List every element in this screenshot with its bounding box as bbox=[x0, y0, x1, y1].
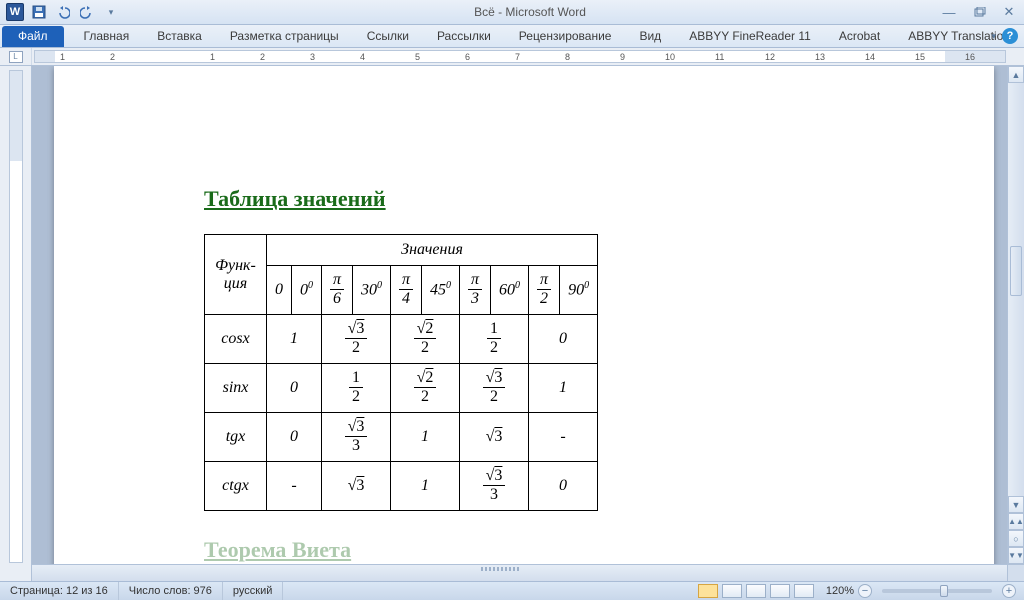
tab-home[interactable]: Главная bbox=[70, 26, 144, 47]
document-area[interactable]: Таблица значений Функ-ция Значения 000π6… bbox=[32, 66, 1024, 581]
splitter-icon[interactable] bbox=[481, 567, 519, 571]
view-weblayout-icon[interactable] bbox=[746, 584, 766, 598]
tab-finereader[interactable]: ABBYY FineReader 11 bbox=[675, 26, 825, 47]
tab-pagelayout[interactable]: Разметка страницы bbox=[216, 26, 353, 47]
browse-object-icon[interactable]: ○ bbox=[1008, 530, 1024, 547]
status-lang[interactable]: русский bbox=[223, 582, 283, 600]
scroll-thumb-v[interactable] bbox=[1010, 246, 1022, 296]
tab-review[interactable]: Рецензирование bbox=[505, 26, 626, 47]
view-draft-icon[interactable] bbox=[794, 584, 814, 598]
tab-references[interactable]: Ссылки bbox=[353, 26, 423, 47]
save-icon[interactable] bbox=[28, 2, 50, 22]
tab-insert[interactable]: Вставка bbox=[143, 26, 216, 47]
window-controls: — ✕ bbox=[938, 4, 1020, 20]
zoom-in-icon[interactable]: + bbox=[1002, 584, 1016, 598]
ribbon-minimize-icon[interactable]: ▾ bbox=[991, 31, 996, 42]
status-words[interactable]: Число слов: 976 bbox=[119, 582, 223, 600]
help-icon[interactable]: ? bbox=[1002, 28, 1018, 44]
tab-file[interactable]: Файл bbox=[2, 26, 64, 47]
zoom-thumb[interactable] bbox=[940, 585, 948, 597]
quick-access-toolbar: W ▾ bbox=[4, 2, 122, 22]
scrollbar-vertical[interactable]: ▲ ▼ ▲▲ ○ ▼▼ bbox=[1007, 66, 1024, 564]
workspace: Таблица значений Функ-ция Значения 000π6… bbox=[0, 66, 1024, 581]
zoom-slider[interactable] bbox=[882, 589, 992, 593]
ruler-v-track[interactable] bbox=[9, 70, 23, 563]
next-heading: Теорема Виета bbox=[204, 537, 844, 563]
scroll-corner bbox=[1007, 564, 1024, 581]
qat-customize-icon[interactable]: ▾ bbox=[100, 2, 122, 22]
tab-acrobat[interactable]: Acrobat bbox=[825, 26, 894, 47]
next-page-icon[interactable]: ▼▼ bbox=[1008, 547, 1024, 564]
zoom-percent[interactable]: 120% bbox=[826, 585, 854, 597]
trig-table: Функ-ция Значения 000π6300π4450π3600π290… bbox=[204, 234, 598, 511]
view-outline-icon[interactable] bbox=[770, 584, 790, 598]
page: Таблица значений Функ-ция Значения 000π6… bbox=[54, 66, 994, 581]
doc-heading: Таблица значений bbox=[204, 186, 844, 212]
redo-icon[interactable] bbox=[76, 2, 98, 22]
restore-icon[interactable] bbox=[968, 4, 990, 20]
tab-mailings[interactable]: Рассылки bbox=[423, 26, 505, 47]
word-icon[interactable]: W bbox=[4, 2, 26, 22]
scroll-down-icon[interactable]: ▼ bbox=[1008, 496, 1024, 513]
minimize-icon[interactable]: — bbox=[938, 4, 960, 20]
tab-selector[interactable]: L bbox=[9, 51, 23, 63]
view-fullscreen-icon[interactable] bbox=[722, 584, 742, 598]
col-group-header: Значения bbox=[267, 235, 598, 266]
close-icon[interactable]: ✕ bbox=[998, 4, 1020, 20]
titlebar: W ▾ Всё - Microsoft Word — ✕ bbox=[0, 0, 1024, 25]
view-printlayout-icon[interactable] bbox=[698, 584, 718, 598]
undo-icon[interactable] bbox=[52, 2, 74, 22]
ruler-h-track[interactable]: 121234567891011121314151617 bbox=[34, 50, 1006, 63]
scrollbar-horizontal[interactable] bbox=[32, 564, 1007, 581]
vertical-ruler bbox=[0, 66, 32, 581]
prev-page-icon[interactable]: ▲▲ bbox=[1008, 513, 1024, 530]
scroll-up-icon[interactable]: ▲ bbox=[1008, 66, 1024, 83]
statusbar: Страница: 12 из 16 Число слов: 976 русск… bbox=[0, 581, 1024, 600]
status-page[interactable]: Страница: 12 из 16 bbox=[0, 582, 119, 600]
ribbon-tabs: Файл Главная Вставка Разметка страницы С… bbox=[0, 25, 1024, 48]
tab-view[interactable]: Вид bbox=[625, 26, 675, 47]
window-title: Всё - Microsoft Word bbox=[122, 5, 938, 19]
horizontal-ruler: L 121234567891011121314151617 bbox=[0, 48, 1024, 66]
zoom-out-icon[interactable]: − bbox=[858, 584, 872, 598]
